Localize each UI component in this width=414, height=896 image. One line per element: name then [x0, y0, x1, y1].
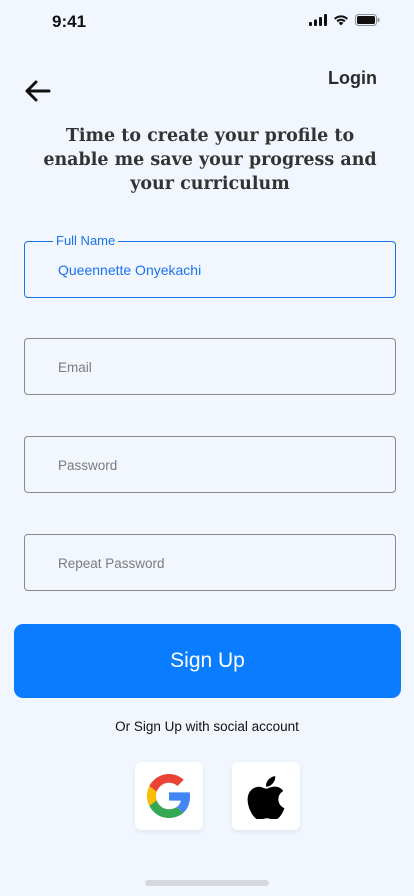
full-name-label: Full Name: [53, 233, 119, 249]
sign-up-button[interactable]: Sign Up: [14, 624, 401, 698]
status-icons: [309, 14, 380, 26]
signal-icon: [309, 14, 327, 26]
home-indicator: [145, 880, 269, 886]
google-signup-button[interactable]: [135, 762, 203, 830]
repeat-password-field[interactable]: Repeat Password: [24, 534, 396, 591]
full-name-value: Queennette Onyekachi: [58, 262, 202, 278]
social-signup-text: Or Sign Up with social account: [115, 719, 299, 734]
password-field[interactable]: Password: [24, 436, 396, 493]
email-field[interactable]: Email: [24, 338, 396, 395]
apple-icon: [247, 776, 285, 819]
sign-up-label: Sign Up: [170, 649, 245, 672]
status-time: 9:41: [52, 12, 87, 31]
back-button[interactable]: [22, 77, 54, 105]
email-placeholder: Email: [58, 360, 92, 375]
google-icon: [147, 774, 191, 818]
password-placeholder: Password: [58, 458, 118, 473]
battery-icon: [355, 14, 380, 26]
page-title: Time to create your profile to enable me…: [43, 126, 377, 194]
repeat-password-placeholder: Repeat Password: [58, 556, 165, 571]
full-name-field[interactable]: Full Name Queennette Onyekachi: [24, 233, 396, 298]
arrow-left-icon: [25, 80, 51, 102]
login-link[interactable]: Login: [328, 68, 377, 89]
wifi-icon: [334, 15, 348, 26]
apple-signup-button[interactable]: [232, 762, 300, 830]
